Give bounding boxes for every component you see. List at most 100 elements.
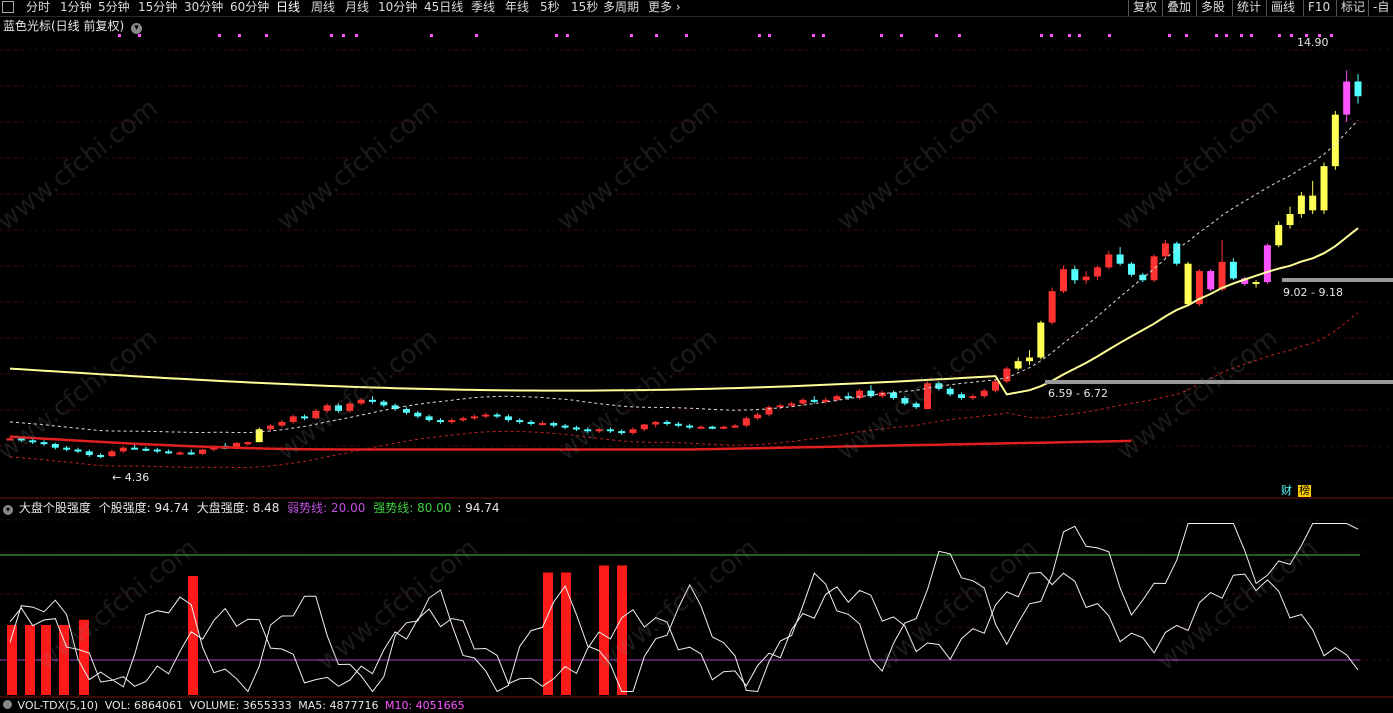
candle-body — [1218, 261, 1226, 290]
signal-dot — [935, 34, 938, 37]
strong-line-label: 强势线: — [373, 501, 414, 515]
candle-body — [527, 421, 535, 424]
candle-body — [63, 447, 71, 450]
candle-body — [1105, 254, 1113, 268]
signal-dot — [1330, 34, 1333, 37]
strength-bar — [25, 625, 35, 695]
candle-body — [1354, 81, 1362, 97]
candle-body — [380, 401, 388, 406]
candle-body — [301, 416, 309, 419]
candle-body — [414, 412, 422, 417]
candle-body — [187, 452, 195, 455]
candle-body — [1207, 271, 1215, 290]
candle-body — [538, 423, 546, 426]
signal-dot — [342, 34, 345, 37]
collapse-icon-vol[interactable] — [3, 700, 12, 709]
signal-dot — [630, 34, 633, 37]
collapse-icon[interactable]: ▾ — [3, 505, 13, 515]
candle-body — [912, 403, 920, 408]
volume-panel-title: VOL-TDX(5,10) VOL: 6864061 VOLUME: 36553… — [3, 699, 465, 713]
candle-body — [51, 444, 59, 448]
candle-body — [890, 392, 898, 398]
signal-dot — [218, 34, 221, 37]
candle-body — [629, 429, 637, 433]
chevron-down-icon[interactable]: ▾ — [131, 23, 143, 34]
candle-body — [436, 420, 444, 423]
candle-body — [652, 421, 660, 425]
ma-line — [9, 227, 1359, 396]
candle-body — [448, 420, 456, 423]
candle-body — [244, 442, 252, 445]
candle-body — [1343, 81, 1351, 115]
strength-bar — [599, 565, 609, 695]
candle-body — [1071, 269, 1079, 281]
signal-dot — [685, 34, 688, 37]
candle-body — [572, 427, 580, 430]
signal-dot — [958, 34, 961, 37]
candle-body — [924, 383, 932, 410]
candle-body — [1025, 357, 1033, 362]
support-line — [9, 435, 1132, 451]
candle-body — [674, 423, 682, 426]
ranking-badge[interactable]: 榜 — [1298, 485, 1311, 497]
candle-body — [1048, 291, 1056, 323]
candle-body — [482, 414, 490, 417]
candle-body — [1286, 214, 1294, 226]
candle-body — [1297, 195, 1305, 214]
main-title-text: 蓝色光标(日线 前复权) — [3, 19, 125, 33]
signal-dot — [1108, 34, 1111, 37]
signal-dot — [1078, 34, 1081, 37]
signal-dot — [138, 34, 141, 37]
candle-body — [686, 425, 694, 428]
signal-dot — [1040, 34, 1043, 37]
signal-dot — [118, 34, 121, 37]
candle-body — [108, 451, 116, 457]
candle-body — [1275, 225, 1283, 246]
candle-body — [1116, 254, 1124, 264]
candle-body — [402, 409, 410, 413]
candle-body — [1150, 256, 1158, 281]
candle-body — [1093, 267, 1101, 277]
signal-dot — [1240, 34, 1243, 37]
weak-line-value: 20.00 — [331, 501, 366, 515]
signal-dot — [812, 34, 815, 37]
candle-body — [720, 426, 728, 429]
strength-bar — [561, 572, 571, 695]
candle-body — [425, 416, 433, 421]
signal-dot — [475, 34, 478, 37]
candle-body — [85, 451, 93, 456]
candle-body — [1014, 361, 1022, 369]
candle-body — [1173, 243, 1181, 264]
signal-dot — [238, 34, 241, 37]
market-strength-label: 大盘强度: — [196, 501, 249, 515]
signal-dot — [1050, 34, 1053, 37]
finance-badge[interactable]: 财 — [1281, 485, 1292, 497]
signal-dot — [1168, 34, 1171, 37]
indicator-last-value: : 94.74 — [457, 501, 500, 515]
candle-body — [74, 449, 82, 452]
candle-body — [1127, 263, 1135, 275]
candle-body — [980, 390, 988, 397]
main-panel-title: 蓝色光标(日线 前复权) ▾ — [3, 19, 143, 34]
signal-dot — [1278, 34, 1281, 37]
signal-dot — [1215, 34, 1218, 37]
signal-dot — [655, 34, 658, 37]
candle-body — [697, 426, 705, 429]
candle-body — [833, 396, 841, 400]
band-label-lower: 6.59 - 6.72 — [1048, 387, 1108, 400]
signal-dot — [1250, 34, 1253, 37]
candle-body — [1003, 368, 1011, 382]
strength-bar — [543, 572, 553, 695]
candle-body — [1331, 114, 1339, 167]
candle-body — [6, 438, 14, 441]
candle-body — [708, 426, 716, 429]
candle-body — [357, 399, 365, 404]
candle-body — [561, 425, 569, 428]
price-band-lower — [1045, 380, 1393, 384]
candle-body — [992, 381, 1000, 391]
candle-body — [618, 431, 626, 434]
candle-body — [289, 416, 297, 422]
strength-bar — [41, 625, 51, 695]
stock-chart — [0, 34, 1393, 698]
signal-dot — [758, 34, 761, 37]
